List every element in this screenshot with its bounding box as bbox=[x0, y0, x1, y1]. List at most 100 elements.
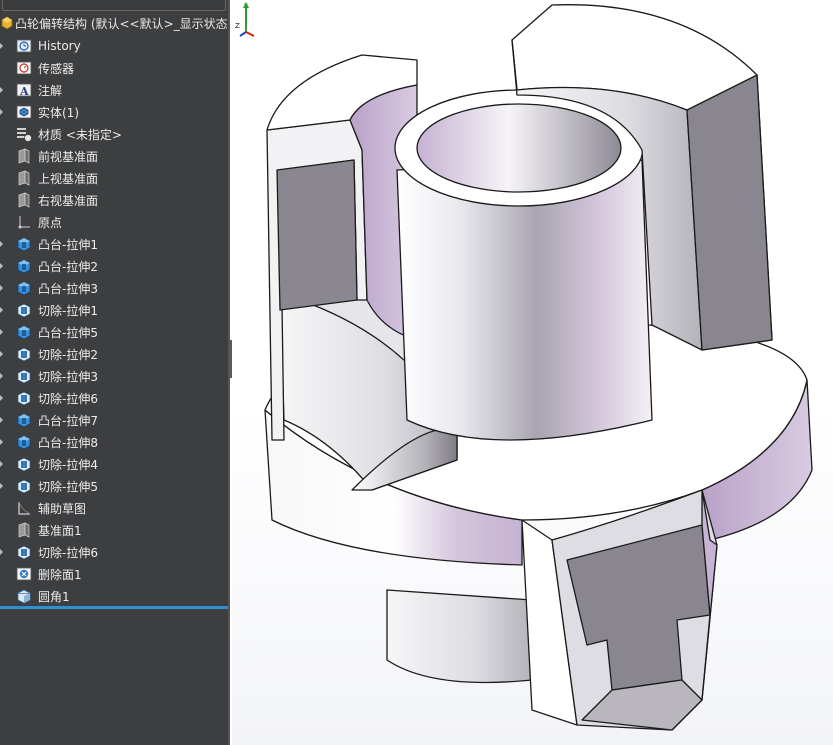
tree-item-17[interactable]: 切除-拉伸6 bbox=[0, 387, 230, 409]
tree-item-6[interactable]: 前视基准面 bbox=[0, 145, 230, 167]
part-name-label: 凸轮偏转结构 (默认<<默认>_显示状态 bbox=[15, 16, 228, 31]
cut-extrude-icon bbox=[15, 345, 33, 363]
expand-arrow-icon[interactable] bbox=[0, 277, 8, 299]
tree-item-label: 删除面1 bbox=[38, 567, 82, 582]
tree-item-3[interactable]: A 注解 bbox=[0, 79, 230, 101]
expand-arrow-icon[interactable] bbox=[0, 431, 8, 453]
expand-arrow-icon[interactable] bbox=[0, 79, 8, 101]
tree-item-label: 材质 <未指定> bbox=[38, 127, 122, 142]
tree-filter-box[interactable] bbox=[2, 0, 226, 11]
tree-item-2[interactable]: 传感器 bbox=[0, 57, 230, 79]
expand-arrow-icon[interactable] bbox=[0, 233, 8, 255]
tree-item-label: 右视基准面 bbox=[38, 193, 99, 208]
history-icon bbox=[15, 37, 33, 55]
tree-item-13[interactable]: 切除-拉伸1 bbox=[0, 299, 230, 321]
tree-item-23[interactable]: 基准面1 bbox=[0, 519, 230, 541]
tree-item-5[interactable]: 材质 <未指定> bbox=[0, 123, 230, 145]
cut-extrude-icon bbox=[15, 367, 33, 385]
tree-item-label: 切除-拉伸2 bbox=[38, 347, 98, 362]
tree-item-11[interactable]: 凸台-拉伸2 bbox=[0, 255, 230, 277]
tree-item-label: 切除-拉伸3 bbox=[38, 369, 98, 384]
tree-item-7[interactable]: 上视基准面 bbox=[0, 167, 230, 189]
expand-arrow-icon[interactable] bbox=[0, 321, 8, 343]
origin-icon bbox=[15, 213, 33, 231]
expand-arrow-icon[interactable] bbox=[0, 475, 8, 497]
tree-item-19[interactable]: 凸台-拉伸8 bbox=[0, 431, 230, 453]
tree-item-label: 切除-拉伸6 bbox=[38, 545, 98, 560]
cut-extrude-icon bbox=[15, 477, 33, 495]
sensor-icon bbox=[15, 59, 33, 77]
expand-arrow-icon[interactable] bbox=[0, 365, 8, 387]
tree-item-label: History bbox=[38, 39, 81, 53]
solid-bodies-icon bbox=[15, 103, 33, 121]
graphics-area[interactable]: Y Z bbox=[232, 0, 833, 745]
tree-item-16[interactable]: 切除-拉伸3 bbox=[0, 365, 230, 387]
tree-item-14[interactable]: 凸台-拉伸5 bbox=[0, 321, 230, 343]
sketch-icon bbox=[15, 499, 33, 517]
x-axis-arrow bbox=[245, 31, 255, 37]
boss-extrude-icon bbox=[15, 323, 33, 341]
tree-item-label: 凸台-拉伸2 bbox=[38, 259, 98, 274]
tree-item-22[interactable]: 辅助草图 bbox=[0, 497, 230, 519]
tree-item-label: 基准面1 bbox=[38, 523, 82, 538]
tree-item-label: 凸台-拉伸7 bbox=[38, 413, 98, 428]
tree-item-label: 上视基准面 bbox=[38, 171, 99, 186]
cut-extrude-icon bbox=[15, 455, 33, 473]
expand-arrow-icon[interactable] bbox=[0, 343, 8, 365]
tree-item-10[interactable]: 凸台-拉伸1 bbox=[0, 233, 230, 255]
part-icon bbox=[1, 16, 13, 30]
tree-item-8[interactable]: 右视基准面 bbox=[0, 189, 230, 211]
solidworks-window: 凸轮偏转结构 (默认<<默认>_显示状态 History 传感器 A 注解实体(1) 材… bbox=[0, 0, 833, 745]
tree-item-1[interactable]: History bbox=[0, 35, 230, 57]
expand-arrow-icon[interactable] bbox=[0, 453, 8, 475]
tree-item-21[interactable]: 切除-拉伸5 bbox=[0, 475, 230, 497]
tree-item-12[interactable]: 凸台-拉伸3 bbox=[0, 277, 230, 299]
svg-text:A: A bbox=[19, 85, 29, 98]
expand-arrow-icon[interactable] bbox=[0, 255, 8, 277]
tree-root-part[interactable]: 凸轮偏转结构 (默认<<默认>_显示状态 bbox=[0, 13, 230, 33]
tree-item-20[interactable]: 切除-拉伸4 bbox=[0, 453, 230, 475]
expand-arrow-icon[interactable] bbox=[0, 101, 8, 123]
delete-face-icon bbox=[15, 565, 33, 583]
tree-item-18[interactable]: 凸台-拉伸7 bbox=[0, 409, 230, 431]
tree-item-label: 实体(1) bbox=[38, 105, 79, 120]
view-triad[interactable]: Y Z bbox=[232, 0, 262, 38]
tree-item-label: 凸台-拉伸3 bbox=[38, 281, 98, 296]
cam-part-model[interactable] bbox=[232, 0, 833, 745]
expand-arrow-icon[interactable] bbox=[0, 541, 8, 563]
tree-item-label: 凸台-拉伸5 bbox=[38, 325, 98, 340]
plane-icon bbox=[15, 147, 33, 165]
tree-item-25[interactable]: 删除面1 bbox=[0, 563, 230, 585]
lower-hub-face bbox=[386, 589, 533, 684]
tree-item-24[interactable]: 切除-拉伸6 bbox=[0, 541, 230, 563]
cut-extrude-icon bbox=[15, 301, 33, 319]
tree-item-label: 圆角1 bbox=[38, 589, 70, 604]
expand-arrow-icon[interactable] bbox=[0, 409, 8, 431]
tree-item-label: 凸台-拉伸1 bbox=[38, 237, 98, 252]
expand-arrow-icon[interactable] bbox=[0, 299, 8, 321]
tree-item-label: 切除-拉伸4 bbox=[38, 457, 98, 472]
boss-extrude-icon bbox=[15, 433, 33, 451]
tree-item-26[interactable]: 圆角1 bbox=[0, 585, 230, 607]
tree-item-label: 切除-拉伸6 bbox=[38, 391, 98, 406]
z-axis-label: Z bbox=[235, 22, 240, 30]
boss-extrude-icon bbox=[15, 235, 33, 253]
tree-item-4[interactable]: 实体(1) bbox=[0, 101, 230, 123]
y-axis-label: Y bbox=[243, 3, 248, 10]
tree-item-9[interactable]: 原点 bbox=[0, 211, 230, 233]
cut-extrude-icon bbox=[15, 389, 33, 407]
tree-item-label: 辅助草图 bbox=[38, 501, 87, 516]
tree-item-15[interactable]: 切除-拉伸2 bbox=[0, 343, 230, 365]
tree-item-label: 切除-拉伸1 bbox=[38, 303, 98, 318]
expand-arrow-icon[interactable] bbox=[0, 387, 8, 409]
expand-arrow-icon[interactable] bbox=[0, 35, 8, 57]
rollback-bar[interactable] bbox=[0, 606, 228, 609]
